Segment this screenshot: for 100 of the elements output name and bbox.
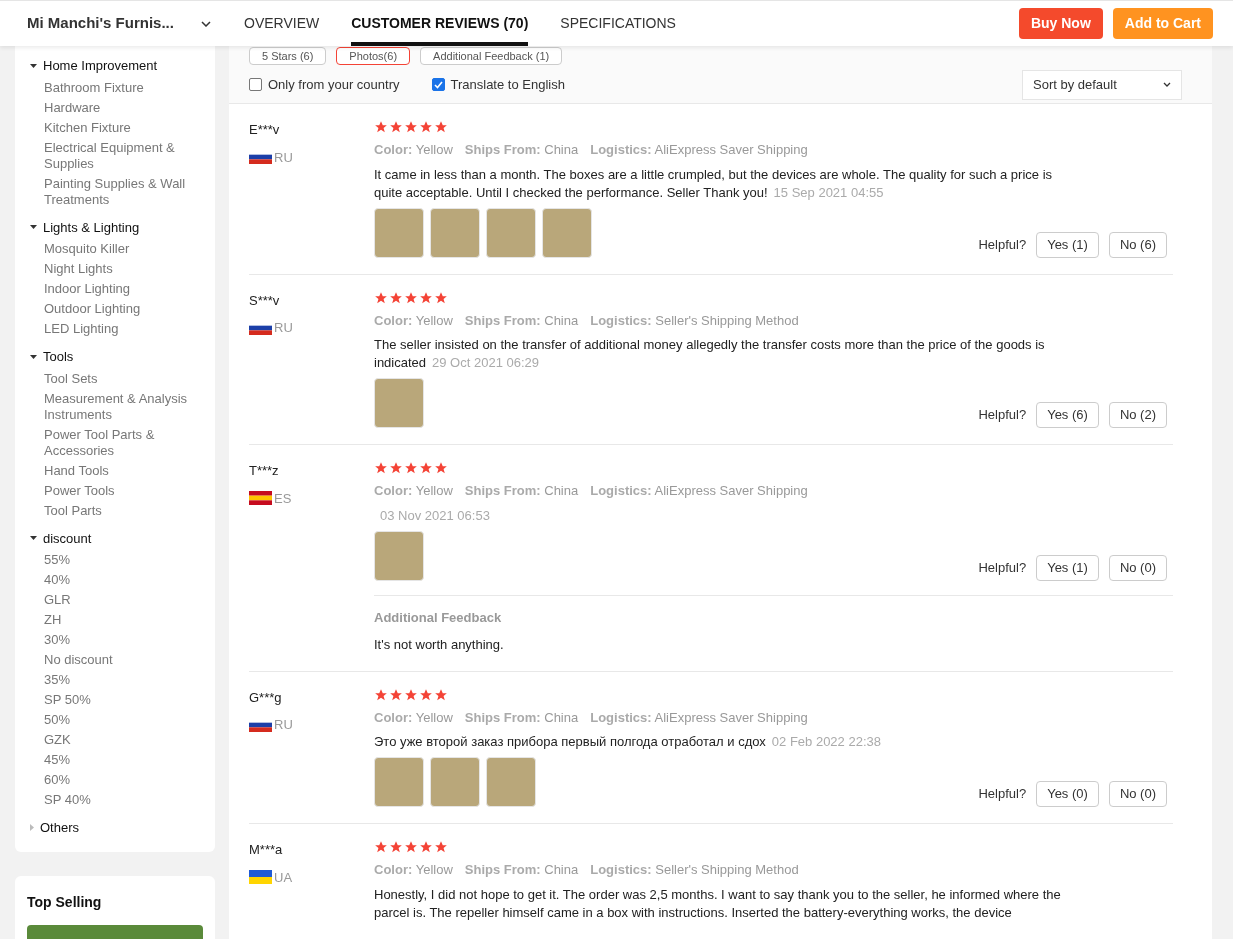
star-icon [434,290,448,305]
category-link[interactable]: Hardware [44,97,203,118]
filter-chip[interactable]: Photos(6) [336,47,411,65]
star-icon [389,461,403,475]
tab[interactable]: SPECIFICATIONS [560,1,676,46]
category-link[interactable]: 55% [44,550,203,570]
star-icon [389,120,403,134]
review-attribute: Ships From: China [464,708,579,727]
helpful-label: Helpful? [978,406,1027,425]
category-link[interactable]: Bathroom Fixture [44,77,203,98]
review-attribute: Ships From: China [464,141,579,159]
additional-feedback-title: Additional Feedback [374,608,503,627]
photo-placeholder[interactable] [374,207,424,258]
photo-placeholder[interactable] [486,207,536,258]
review-text: It came in less than a month. The boxes are a little crumpled, but the devices are whole. The quality for such a price is quite acceptable. Until I checked the performance. Seller Thank you! 15 Sep 2021 04:55 [374,165,1054,202]
category-link[interactable]: Measurement & Analysis Instruments [44,388,203,425]
review-attribute: Color: Yellow [374,311,453,330]
helpful-no-button[interactable]: No (0) [1108,781,1167,807]
category-link[interactable]: Night Lights [44,259,203,279]
photo-placeholder[interactable] [374,378,424,428]
category-link[interactable]: ZH [44,610,203,630]
filter-chip[interactable]: 5 Stars (6) [249,47,327,65]
review-text: Honestly, I did not hope to get it. The order was 2,5 months. I want to say thank you to the seller, he informed where the parcel is. The repeller himself came in a box with instructions. Inserted the battery-everything works, the device [374,885,1062,922]
category-link[interactable]: 45% [44,750,203,770]
star-icon [374,290,388,305]
helpful-label: Helpful? [978,558,1027,577]
category-heading[interactable]: discount [27,526,203,550]
country-code: ES [274,489,292,508]
star-icon [419,840,433,854]
filter-chip[interactable]: Additional Feedback (1) [420,47,563,65]
checkbox[interactable] [431,78,445,91]
category-heading[interactable]: Home Improvement [27,54,203,78]
category-heading[interactable]: Tools [27,345,203,369]
category-link[interactable]: Mosquito Killer [44,239,203,259]
category-link[interactable]: Hand Tools [44,460,203,481]
helpful-yes-button[interactable]: Yes (1) [1036,231,1099,258]
category-link[interactable]: No discount [44,650,203,670]
category-link[interactable]: 50% [44,710,203,730]
helpful-yes-button[interactable]: Yes (1) [1036,554,1099,581]
category-link[interactable]: Outdoor Lighting [44,299,203,319]
store-dropdown[interactable]: Mi Manchi's Furnis... [15,12,215,35]
category-link[interactable]: SP 50% [44,690,203,710]
category-link[interactable]: 30% [44,630,203,650]
checkbox-label: Translate to English [450,75,565,94]
category-link[interactable]: Tool Parts [44,500,203,521]
photo-placeholder[interactable] [374,530,424,581]
review-attribute: Logistics: AliExpress Saver Shipping [590,482,808,500]
photo-placeholder[interactable] [430,757,480,807]
category-link[interactable]: 60% [44,770,203,790]
star-icon [404,687,418,702]
flag-icon [249,491,272,506]
photo-placeholder[interactable] [374,757,424,807]
category-link[interactable]: Power Tools [44,480,203,501]
review-attribute: Ships From: China [464,311,579,330]
checkbox[interactable] [249,78,262,91]
category-heading[interactable]: Others [27,816,203,840]
star-icon [389,840,403,854]
category-link[interactable]: 35% [44,670,203,690]
category-link[interactable]: GZK [44,730,203,750]
top-selling-title: Top Selling [27,892,103,912]
review-text: Это уже второй заказ прибора первый полгода отработал и сдох 02 Feb 2022 22:38 [374,733,882,751]
reviewer-name: G***g [249,688,283,707]
star-icon [419,461,433,475]
star-icon [434,840,448,854]
sort-dropdown[interactable]: Sort by default [1022,69,1182,100]
category-link[interactable]: Power Tool Parts & Accessories [44,424,203,461]
star-icon [434,687,448,702]
category-link[interactable]: Indoor Lighting [44,279,203,299]
star-icon [419,290,433,305]
star-icon [419,120,433,134]
helpful-no-button[interactable]: No (0) [1108,554,1167,581]
category-link[interactable]: Kitchen Fixture [44,117,203,138]
category-link[interactable]: Electrical Equipment & Supplies [44,137,203,174]
helpful-yes-button[interactable]: Yes (0) [1036,781,1099,807]
star-icon [434,120,448,134]
checkbox-label: Only from your country [268,75,400,94]
photo-placeholder[interactable] [27,924,203,939]
category-link[interactable]: Tool Sets [44,368,203,389]
category-link[interactable]: Painting Supplies & Wall Treatments [44,173,203,210]
buy-now-button[interactable]: Buy Now [1018,8,1103,39]
photo-placeholder[interactable] [486,757,536,807]
review-text: The seller insisted on the transfer of additional money allegedly the transfer costs more than the price of the goods is indicated 29 Oct 2021 06:29 [374,336,1046,372]
star-icon [389,290,403,305]
star-icon [374,840,388,854]
category-link[interactable]: GLR [44,590,203,610]
review-attribute: Logistics: AliExpress Saver Shipping [590,708,808,727]
category-link[interactable]: LED Lighting [44,319,203,339]
helpful-no-button[interactable]: No (6) [1108,231,1167,258]
tab[interactable]: OVERVIEW [244,1,320,46]
category-heading[interactable]: Lights & Lighting [27,215,203,239]
helpful-no-button[interactable]: No (2) [1108,402,1167,428]
helpful-label: Helpful? [978,785,1027,804]
photo-placeholder[interactable] [542,207,592,258]
category-link[interactable]: SP 40% [44,790,203,810]
review-attribute: Color: Yellow [374,482,453,500]
category-link[interactable]: 40% [44,570,203,590]
helpful-yes-button[interactable]: Yes (6) [1036,402,1099,428]
country-code: RU [274,716,293,734]
photo-placeholder[interactable] [430,207,480,258]
flag-icon [249,870,272,885]
